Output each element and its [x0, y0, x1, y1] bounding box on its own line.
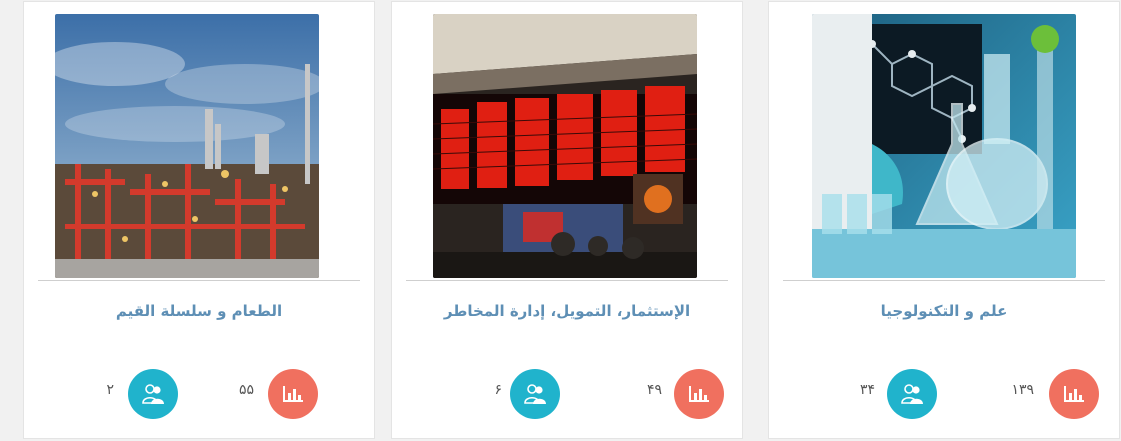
category-grid: الطعام و سلسلة القيم ۵۵ ۲ الإستثمار، الت… [0, 0, 1121, 441]
bar-chart-icon [283, 386, 303, 402]
card-image-stock-board[interactable] [433, 14, 697, 278]
card-divider [38, 280, 360, 281]
card-image-refinery[interactable] [55, 14, 319, 278]
laboratory-image [812, 14, 1076, 278]
stock-board-image [433, 14, 697, 278]
category-card-investment[interactable]: الإستثمار، التمويل، إدارة المخاطر ۴۹ ۶ [392, 2, 742, 438]
chart-button[interactable] [1049, 369, 1099, 419]
card-title[interactable]: علم و التكنولوجيا [779, 302, 1109, 320]
users-icon [524, 384, 546, 404]
users-icon [901, 384, 923, 404]
people-button[interactable] [887, 369, 937, 419]
people-count: ۶ [494, 382, 502, 398]
card-title[interactable]: الإستثمار، التمويل، إدارة المخاطر [402, 302, 732, 320]
card-title[interactable]: الطعام و سلسلة القيم [34, 302, 364, 320]
users-icon [142, 384, 164, 404]
people-count: ۲ [106, 382, 114, 398]
people-button[interactable] [128, 369, 178, 419]
card-divider [783, 280, 1105, 281]
chart-button[interactable] [268, 369, 318, 419]
chart-count: ۱۳۹ [1011, 382, 1034, 398]
refinery-image [55, 14, 319, 278]
people-button[interactable] [510, 369, 560, 419]
people-count: ۳۴ [859, 382, 875, 398]
bar-chart-icon [689, 386, 709, 402]
card-divider [406, 280, 728, 281]
chart-count: ۴۹ [646, 382, 662, 398]
category-card-science[interactable]: علم و التكنولوجيا ۱۳۹ ۳۴ [769, 2, 1119, 438]
chart-count: ۵۵ [238, 382, 254, 398]
category-card-food[interactable]: الطعام و سلسلة القيم ۵۵ ۲ [24, 2, 374, 438]
chart-button[interactable] [674, 369, 724, 419]
card-image-laboratory[interactable] [812, 14, 1076, 278]
bar-chart-icon [1064, 386, 1084, 402]
